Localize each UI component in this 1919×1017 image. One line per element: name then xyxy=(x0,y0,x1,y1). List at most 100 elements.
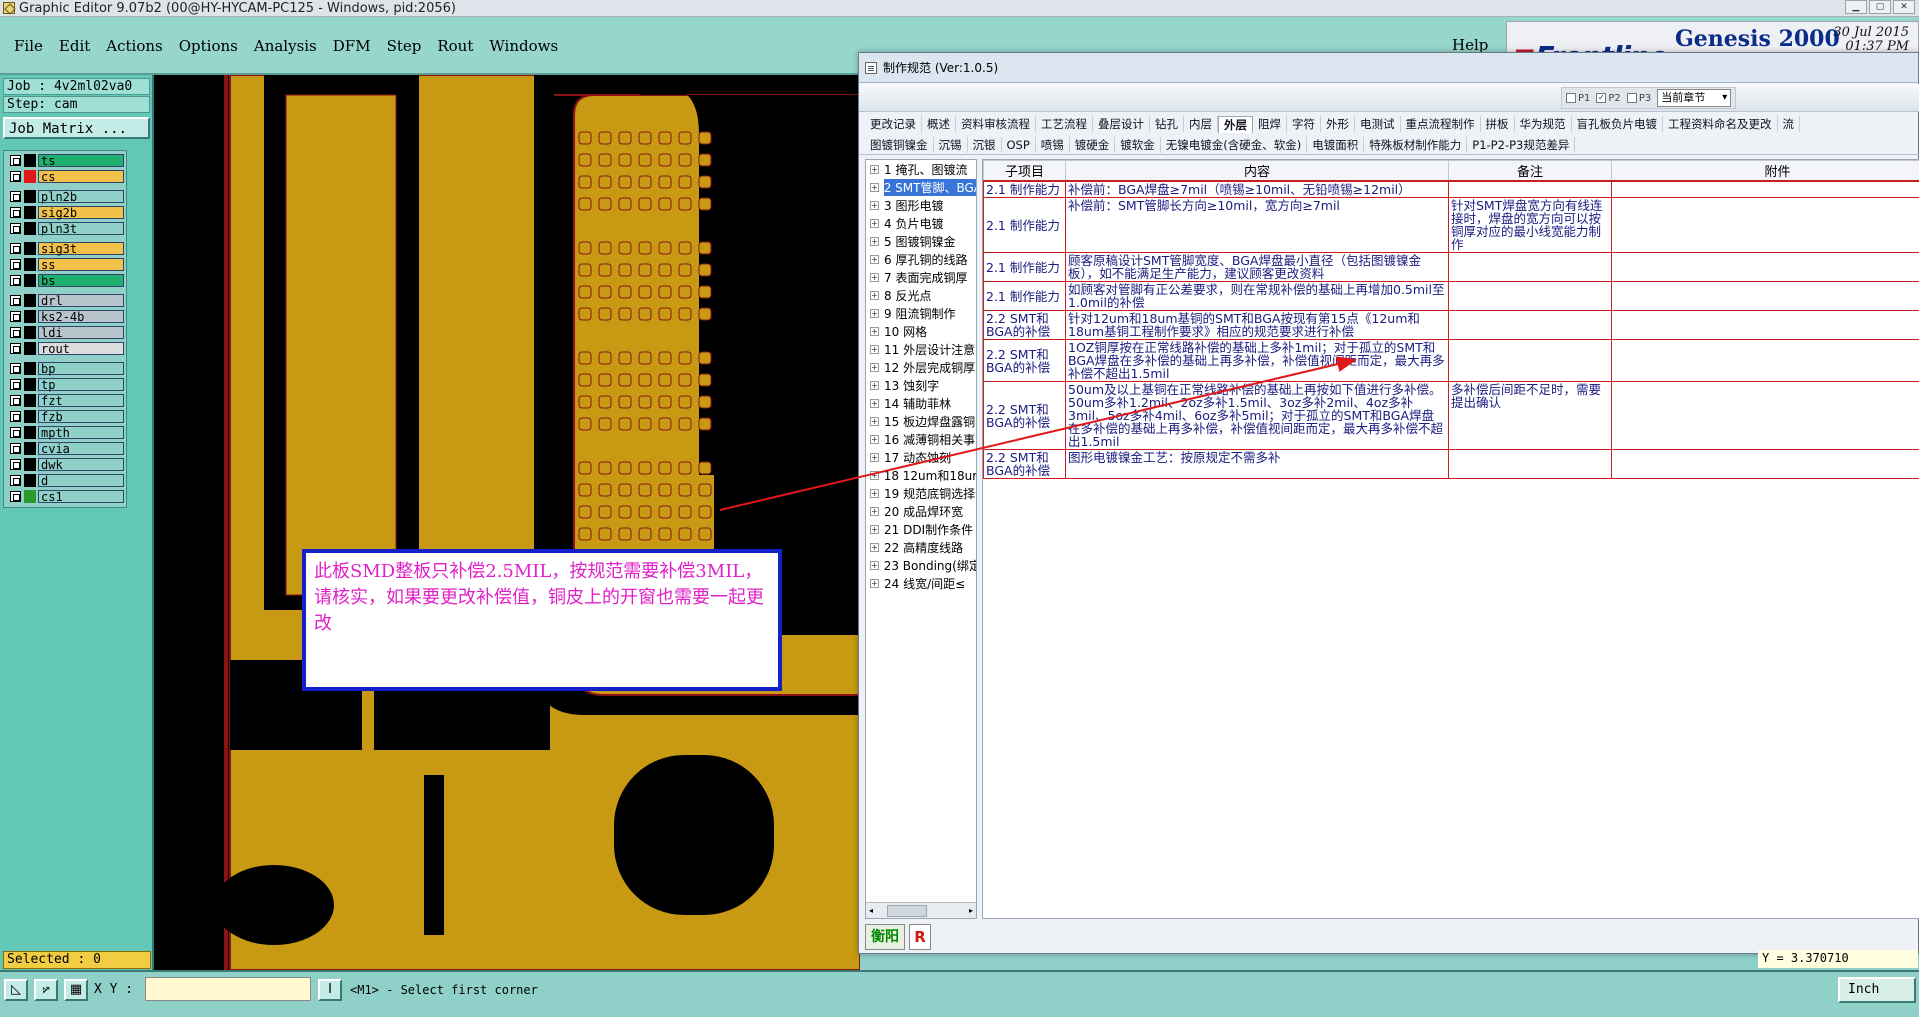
layer-row[interactable]: cvia xyxy=(6,441,124,456)
tree-item[interactable]: +6 厚孔铜的线路 xyxy=(866,250,976,268)
layer-name[interactable]: bp xyxy=(38,362,124,375)
expand-icon[interactable]: + xyxy=(870,542,879,552)
layer-color-swatch[interactable] xyxy=(24,378,36,391)
layer-row[interactable]: ks2-4b xyxy=(6,309,124,324)
layer-checkbox[interactable] xyxy=(10,427,21,438)
menu-options[interactable]: Options xyxy=(173,37,244,55)
tree-horizontal-scrollbar[interactable]: ◂ ▸ xyxy=(866,902,976,918)
subtab-1[interactable]: 沉锡 xyxy=(934,136,968,153)
subtab-5[interactable]: 镀硬金 xyxy=(1070,136,1116,153)
layer-name[interactable]: pln2b xyxy=(38,190,124,203)
snap-icon[interactable]: ◺ xyxy=(4,979,28,1001)
expand-icon[interactable]: + xyxy=(870,560,879,570)
close-button[interactable]: ✕ xyxy=(1893,0,1915,14)
expand-icon[interactable]: + xyxy=(870,488,879,498)
expand-icon[interactable]: + xyxy=(870,290,879,300)
table-row[interactable]: 2.2 SMT和BGA的补偿 50um及以上基铜在正常线路补偿的基础上再按如下值进… xyxy=(983,381,1919,450)
layer-color-swatch[interactable] xyxy=(24,170,36,183)
tab-15[interactable]: 盲孔板负片电镀 xyxy=(1572,116,1663,132)
tab-8[interactable]: 阻焊 xyxy=(1253,116,1287,132)
grid-icon[interactable]: ▦ xyxy=(64,979,88,1001)
layer-name[interactable]: cs1 xyxy=(38,490,124,503)
tree-item[interactable]: +7 表面完成铜厚 xyxy=(866,268,976,286)
tree-item[interactable]: +3 图形电镀 xyxy=(866,196,976,214)
menu-edit[interactable]: Edit xyxy=(53,37,96,55)
layer-row[interactable]: sig3t xyxy=(6,241,124,256)
layer-name[interactable]: pln3t xyxy=(38,222,124,235)
layer-color-swatch[interactable] xyxy=(24,258,36,271)
tab-6[interactable]: 内层 xyxy=(1184,116,1218,132)
tree-item[interactable]: +5 图镀铜镍金 xyxy=(866,232,976,250)
expand-icon[interactable]: + xyxy=(870,416,879,426)
layer-row[interactable]: dwk xyxy=(6,457,124,472)
tree-item[interactable]: +10 网格 xyxy=(866,322,976,340)
layer-row[interactable]: cs xyxy=(6,169,124,184)
maximize-button[interactable]: ▢ xyxy=(1869,0,1891,14)
menu-windows[interactable]: Windows xyxy=(483,37,564,55)
layer-checkbox[interactable] xyxy=(10,395,21,406)
table-row[interactable]: 2.1 制作能力 顾客原稿设计SMT管脚宽度、BGA焊盘最小直径（包括图镀镍金板）… xyxy=(983,252,1919,282)
tree-item[interactable]: +19 规范底铜选择 xyxy=(866,484,976,502)
tree-item[interactable]: +22 高精度线路 xyxy=(866,538,976,556)
layer-name[interactable]: sig2b xyxy=(38,206,124,219)
expand-icon[interactable]: + xyxy=(870,326,879,336)
table-row[interactable]: 2.2 SMT和BGA的补偿 针对12um和18um基铜的SMT和BGA按现有第1… xyxy=(983,310,1919,340)
expand-icon[interactable]: + xyxy=(870,578,879,588)
table-row[interactable]: 2.1 制作能力 如顾客对管脚有正公差要求，则在常规补偿的基础上再增加0.5mil… xyxy=(983,281,1919,311)
layer-name[interactable]: bs xyxy=(38,274,124,287)
expand-icon[interactable]: + xyxy=(870,398,879,408)
tree-item[interactable]: +16 减薄铜相关事 xyxy=(866,430,976,448)
layer-name[interactable]: ts xyxy=(38,154,124,167)
layer-name[interactable]: dwk xyxy=(38,458,124,471)
expand-icon[interactable]: + xyxy=(870,470,879,480)
tree-item[interactable]: +21 DDI制作条件 xyxy=(866,520,976,538)
tab-7[interactable]: 外层 xyxy=(1218,115,1253,133)
menu-dfm[interactable]: DFM xyxy=(327,37,377,55)
expand-icon[interactable]: + xyxy=(870,236,879,246)
layer-checkbox[interactable] xyxy=(10,343,21,354)
layer-checkbox[interactable] xyxy=(10,379,21,390)
p2-checkbox[interactable]: ✓ P2 xyxy=(1596,93,1621,104)
tab-3[interactable]: 工艺流程 xyxy=(1036,116,1093,132)
tree-item[interactable]: +24 线宽/间距≤ xyxy=(866,574,976,592)
pcb-canvas[interactable] xyxy=(154,75,860,970)
tab-4[interactable]: 叠层设计 xyxy=(1093,116,1150,132)
expand-icon[interactable]: + xyxy=(870,452,879,462)
layer-name[interactable]: ldi xyxy=(38,326,124,339)
layer-name[interactable]: fzb xyxy=(38,410,124,423)
tab-0[interactable]: 更改记录 xyxy=(865,116,922,132)
layer-row[interactable]: pln2b xyxy=(6,189,124,204)
layer-color-swatch[interactable] xyxy=(24,294,36,307)
layer-checkbox[interactable] xyxy=(10,191,21,202)
layer-name[interactable]: tp xyxy=(38,378,124,391)
expand-icon[interactable]: + xyxy=(870,182,879,192)
layer-color-swatch[interactable] xyxy=(24,310,36,323)
layer-checkbox[interactable] xyxy=(10,411,21,422)
table-row[interactable]: 2.2 SMT和BGA的补偿 图形电镀镍金工艺：按原规定不需多补 xyxy=(983,449,1919,479)
subtab-6[interactable]: 镀软金 xyxy=(1115,136,1161,153)
r-badge[interactable]: R xyxy=(909,924,931,950)
layer-color-swatch[interactable] xyxy=(24,426,36,439)
menu-file[interactable]: File xyxy=(8,37,49,55)
layer-color-swatch[interactable] xyxy=(24,274,36,287)
tab-12[interactable]: 重点流程制作 xyxy=(1401,116,1481,132)
layer-row[interactable]: ts xyxy=(6,153,124,168)
expand-icon[interactable]: + xyxy=(870,272,879,282)
layer-row[interactable]: drl xyxy=(6,293,124,308)
tab-11[interactable]: 电测试 xyxy=(1355,116,1401,132)
layer-color-swatch[interactable] xyxy=(24,394,36,407)
layer-checkbox[interactable] xyxy=(10,259,21,270)
chapter-select[interactable]: 当前章节 xyxy=(1657,89,1732,107)
tree-item[interactable]: +15 板边焊盘露铜 xyxy=(866,412,976,430)
column-header[interactable]: 备注 xyxy=(1448,160,1612,182)
subtab-4[interactable]: 喷锡 xyxy=(1036,136,1070,153)
table-row[interactable]: 2.2 SMT和BGA的补偿 1OZ铜厚按在正常线路补偿的基础上多补1mil；对于… xyxy=(983,339,1919,382)
tree-item[interactable]: +13 蚀刻字 xyxy=(866,376,976,394)
layer-checkbox[interactable] xyxy=(10,155,21,166)
layer-color-swatch[interactable] xyxy=(24,342,36,355)
layer-checkbox[interactable] xyxy=(10,311,21,322)
site-badge[interactable]: 衡阳 xyxy=(865,924,905,950)
tree-item[interactable]: +4 负片电镀 xyxy=(866,214,976,232)
table-row[interactable]: 2.1 制作能力 补偿前：SMT管脚长方向≥10mil，宽方向≥7mil 针对SMT… xyxy=(983,197,1919,253)
layer-checkbox[interactable] xyxy=(10,475,21,486)
